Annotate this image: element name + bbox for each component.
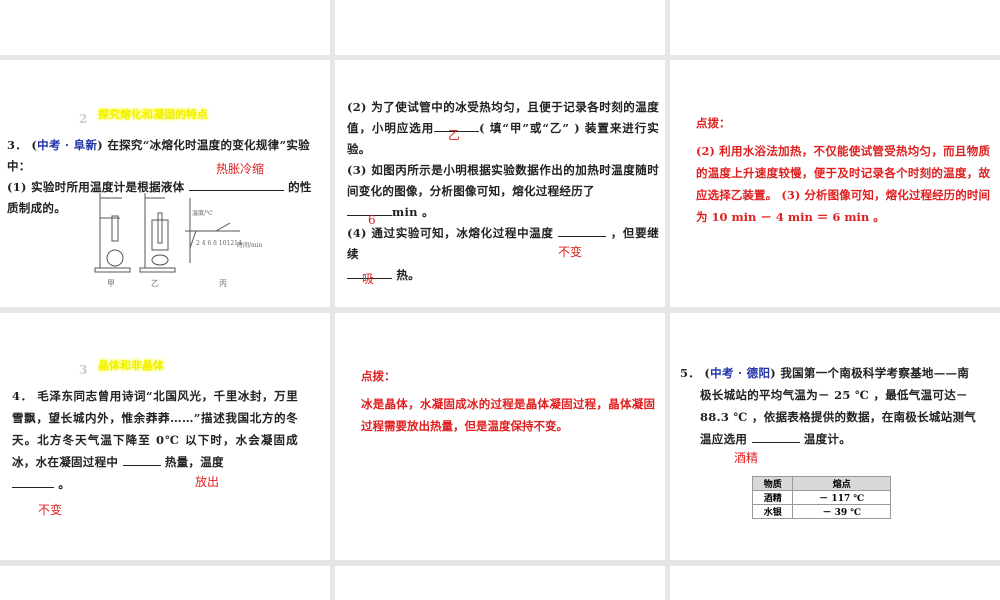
slide-thumbnail[interactable] — [335, 566, 665, 600]
section-heading: 探究熔化和凝固的特点 — [98, 108, 208, 121]
hint-label: 点拨： — [696, 116, 731, 130]
slide-thumbnail[interactable] — [0, 566, 330, 600]
answer-text: 6 — [368, 213, 376, 227]
table-header: 物质 — [751, 476, 794, 491]
slide-thumbnail-5[interactable]: 点拨： 冰是晶体，水凝固成冰的过程是晶体凝固过程，晶体凝固过程需要放出热量，但是… — [335, 313, 665, 560]
slide-thumbnail[interactable] — [670, 0, 1000, 55]
answer-text: 不变 — [558, 245, 583, 259]
answer-text: 吸 — [362, 272, 375, 286]
figure-label: 甲 — [107, 279, 115, 288]
slide-thumbnail[interactable] — [670, 566, 1000, 600]
figure-label: 丙 — [219, 279, 227, 288]
hint-text: 冰是晶体，水凝固成冰的过程是晶体凝固过程，晶体凝固过程需要放出热量，但是温度保持… — [361, 397, 655, 433]
graph-ylabel: 温度/℃ — [192, 210, 213, 217]
hint-label: 点拨： — [361, 369, 396, 383]
section-number: 3 — [79, 363, 88, 377]
hint-text: (2) 利用水浴法加热，不仅能使试管受热均匀，而且物质的温度上升速度较慢，便于及… — [696, 144, 990, 224]
answer-text: 热胀冷缩 — [216, 162, 265, 176]
figure-label: 乙 — [151, 279, 159, 288]
slide-thumbnail-6[interactable]: 5． (中考 · 德阳) 我国第一个南极科学考察基地——南极长城站的平均气温为－… — [670, 313, 1000, 560]
answer-text: 不变 — [38, 503, 63, 517]
section-heading: 晶体和非晶体 — [98, 359, 164, 372]
table-row: 酒精－ 117 ℃ — [751, 490, 891, 505]
melting-point-table: 物质 熔点 酒精－ 117 ℃ 水银－ 39 ℃ — [751, 476, 891, 519]
answer-text: 乙 — [448, 128, 461, 142]
table-row: 水银－ 39 ℃ — [751, 504, 891, 519]
slide-thumbnail[interactable] — [335, 0, 665, 55]
slide-thumbnail-1[interactable]: 2 探究熔化和凝固的特点 3． (中考 · 阜新) 在探究“冰熔化时温度的变化规… — [0, 60, 330, 307]
slide-thumbnail-4[interactable]: 3 晶体和非晶体 4． 毛泽东同志曾用诗词“北国风光，千里冰封，万里雪飘，望长城… — [0, 313, 330, 560]
answer-text: 酒精 — [734, 451, 759, 465]
graph-xticks: 2 4 6 8 101214 — [196, 240, 242, 247]
section-number: 2 — [79, 112, 88, 126]
answer-text: 放出 — [195, 475, 220, 489]
question-text: (2) 为了使试管中的冰受热均匀，且便于记录各时刻的温度值，小明应选用( 填“甲… — [347, 100, 660, 282]
question-text: 5． (中考 · 德阳) 我国第一个南极科学考察基地——南极长城站的平均气温为－… — [680, 366, 977, 446]
question-text: 4． 毛泽东同志曾用诗词“北国风光，千里冰封，万里雪飘，望长城内外，惟余莽莽……… — [12, 389, 298, 491]
slide-thumbnail-3[interactable]: 点拨： (2) 利用水浴法加热，不仅能使试管受热均匀，而且物质的温度上升速度较慢… — [670, 60, 1000, 307]
table-header: 熔点 — [792, 476, 891, 491]
slide-thumbnail[interactable] — [0, 0, 330, 55]
experiment-figure — [94, 193, 240, 273]
slide-thumbnail-2[interactable]: (2) 为了使试管中的冰受热均匀，且便于记录各时刻的温度值，小明应选用( 填“甲… — [335, 60, 665, 307]
